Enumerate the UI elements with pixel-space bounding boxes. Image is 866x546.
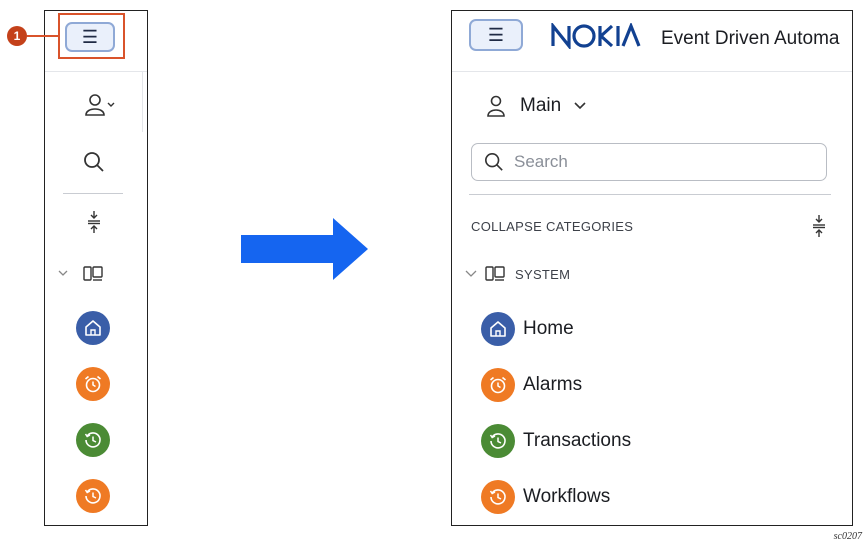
search-icon [84,152,104,172]
expanded-sidebar: ☰ Event Driven Automa Main COLLAPSE CATE… [451,10,853,526]
history-icon [84,488,101,504]
history-icon [489,489,506,505]
collapse-icon[interactable] [812,215,826,237]
home-icon [490,321,506,337]
user-label: Main [520,95,562,116]
transition-arrow-icon [241,218,368,280]
user-icon [487,95,505,117]
nav-item-label: Alarms [523,374,583,395]
nav-home-button[interactable] [76,311,110,345]
app-title: Event Driven Automa [661,28,840,49]
home-badge [481,312,515,346]
user-menu-button[interactable] [81,91,121,119]
alarm-clock-icon [84,375,102,393]
transactions-badge [481,424,515,458]
user-menu-button[interactable]: Main [486,95,587,117]
nav-workflows-button[interactable] [76,479,110,513]
collapse-categories-button[interactable] [84,209,104,235]
nav-item-alarms[interactable]: Alarms [481,368,582,402]
collapse-icon [88,211,100,233]
search-input[interactable] [512,151,796,173]
nav-item-label: Workflows [523,486,611,507]
right-divider [469,194,831,195]
search-field[interactable] [471,143,827,181]
system-category-label: SYSTEM [515,266,571,282]
header-divider [452,71,852,72]
nav-item-home[interactable]: Home [481,312,574,346]
header-divider [45,71,147,72]
history-icon [84,432,101,448]
nav-item-label: Transactions [523,430,632,451]
nav-item-label: Home [523,318,574,339]
left-divider [63,193,123,194]
nav-transactions-button[interactable] [76,423,110,457]
collapse-categories-row[interactable]: COLLAPSE CATEGORIES [471,215,826,237]
hamburger-icon: ☰ [487,24,505,45]
figure-id-caption: sc0207 [833,531,862,542]
callout-number: 1 [7,26,27,46]
system-category-toggle[interactable] [57,263,109,285]
collapsed-sidebar: ☰ [44,10,148,526]
alarms-badge [481,368,515,402]
user-icon [85,94,115,116]
nokia-logo [551,23,641,49]
chevron-down-icon [465,270,477,277]
workflows-badge [481,480,515,514]
callout-highlight [58,13,125,59]
system-category-icon [485,266,505,281]
alarm-clock-icon [489,376,507,394]
system-category-toggle[interactable]: SYSTEM [465,265,570,283]
callout-leader-line [27,35,58,37]
nav-item-workflows[interactable]: Workflows [481,480,610,514]
menu-toggle-button[interactable]: ☰ [469,19,523,51]
nav-alarms-button[interactable] [76,367,110,401]
history-icon [489,433,506,449]
scrollbar-track [142,72,143,132]
system-category-icon [58,266,103,281]
search-icon [485,153,503,171]
search-button[interactable] [81,149,107,175]
nav-item-transactions[interactable]: Transactions [481,424,631,458]
home-icon [85,320,101,336]
collapse-categories-label: COLLAPSE CATEGORIES [471,218,634,234]
chevron-down-icon [574,102,586,110]
